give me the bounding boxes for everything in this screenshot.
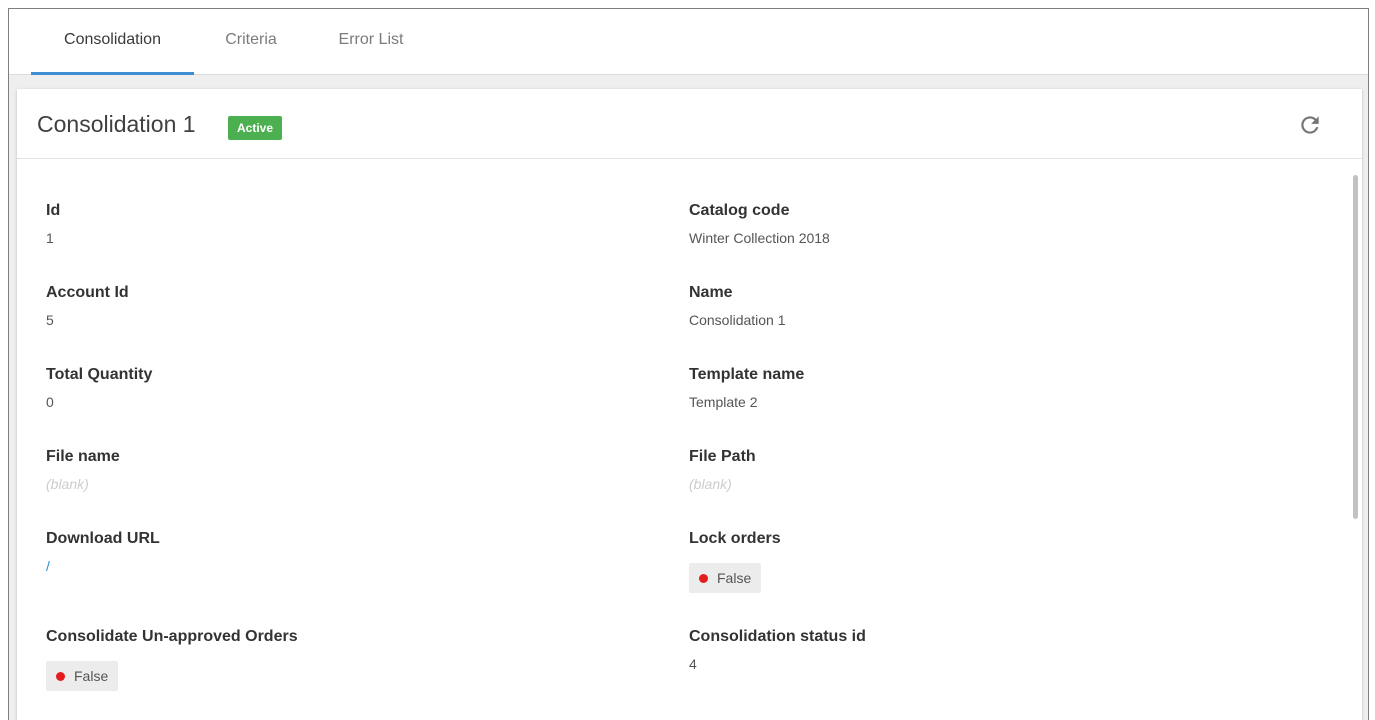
tab-bar: Consolidation Criteria Error List <box>9 9 1368 75</box>
field-label: File Path <box>689 448 756 465</box>
false-dot-icon <box>699 573 708 583</box>
boolean-value: False <box>74 668 109 684</box>
field-value: 5 <box>46 312 54 328</box>
boolean-value: False <box>717 570 752 586</box>
tab-error-list[interactable]: Error List <box>315 9 427 75</box>
field-label: File name <box>46 448 120 465</box>
field-download-url: Download URL / <box>46 529 160 575</box>
field-consolidate-unapproved: Consolidate Un-approved Orders False <box>46 627 298 691</box>
page-title: Consolidation 1 <box>37 111 196 137</box>
field-label: Account Id <box>46 284 129 301</box>
tab-criteria[interactable]: Criteria <box>201 9 301 75</box>
field-account-id: Account Id 5 <box>46 283 129 329</box>
field-label: Catalog code <box>689 202 790 219</box>
field-value: 1 <box>46 230 54 246</box>
field-lock-orders: Lock orders False <box>689 529 781 593</box>
active-tab-indicator <box>31 72 194 75</box>
download-url-link[interactable]: / <box>46 557 160 575</box>
field-label: Name <box>689 284 733 301</box>
field-template-name: Template name Template 2 <box>689 365 804 411</box>
field-label: Download URL <box>46 530 160 547</box>
field-value-blank: (blank) <box>46 476 89 492</box>
field-label: Template name <box>689 366 805 383</box>
field-consolidation-status-id: Consolidation status id 4 <box>689 627 866 673</box>
field-value: Consolidation 1 <box>689 312 786 328</box>
false-dot-icon <box>56 671 65 681</box>
refresh-button[interactable] <box>1297 112 1323 138</box>
field-label: Lock orders <box>689 530 781 547</box>
field-id: Id 1 <box>46 201 60 247</box>
field-value: Winter Collection 2018 <box>689 230 830 246</box>
vertical-scrollbar[interactable] <box>1353 175 1358 519</box>
field-label: Total Quantity <box>46 366 153 383</box>
field-label: Id <box>46 202 61 219</box>
field-value: 4 <box>689 656 697 672</box>
field-file-name: File name (blank) <box>46 447 120 493</box>
tab-consolidation[interactable]: Consolidation <box>31 9 194 75</box>
field-label: Consolidate Un-approved Orders <box>46 628 298 645</box>
consolidation-card: Consolidation 1 Active Id 1 Account Id 5… <box>17 89 1362 720</box>
status-badge: Active <box>228 116 283 140</box>
field-value: Template 2 <box>689 394 758 410</box>
field-catalog-code: Catalog code Winter Collection 2018 <box>689 201 830 247</box>
refresh-icon <box>1301 116 1319 134</box>
field-value-blank: (blank) <box>689 476 732 492</box>
field-value: 0 <box>46 394 54 410</box>
field-name: Name Consolidation 1 <box>689 283 786 329</box>
field-total-quantity: Total Quantity 0 <box>46 365 152 411</box>
field-label: Consolidation status id <box>689 628 866 645</box>
field-file-path: File Path (blank) <box>689 447 756 493</box>
boolean-chip: False <box>46 661 119 691</box>
card-header: Consolidation 1 Active <box>17 89 1362 159</box>
boolean-chip: False <box>689 563 762 593</box>
app-frame: Consolidation Criteria Error List Consol… <box>8 8 1369 720</box>
